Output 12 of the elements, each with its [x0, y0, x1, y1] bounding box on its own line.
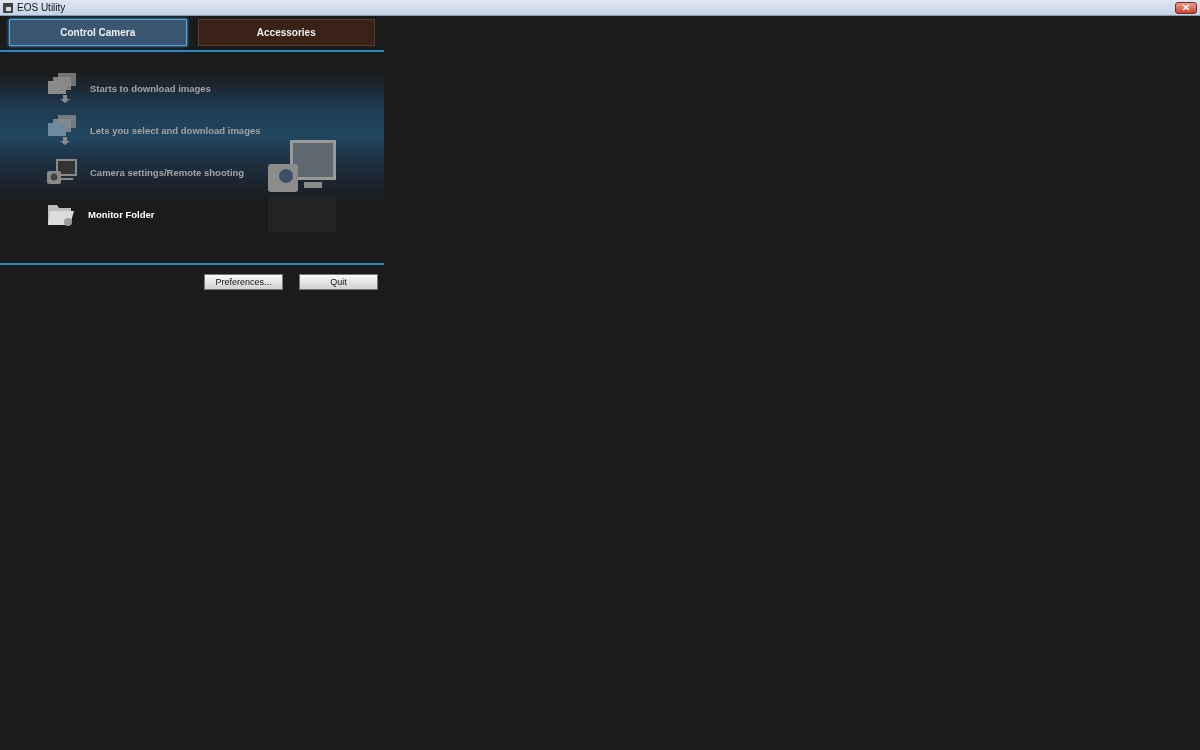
images-download-icon	[46, 72, 78, 104]
camera-monitor-icon	[46, 158, 78, 186]
close-button[interactable]	[1175, 1, 1197, 14]
window-title: EOS Utility	[17, 2, 66, 13]
close-icon	[1182, 4, 1190, 11]
dialog-button[interactable]: Quit	[299, 274, 378, 290]
tab[interactable]: Accessories	[197, 19, 375, 46]
images-download-icon	[46, 114, 78, 146]
menu-item[interactable]: Monitor Folder	[88, 208, 155, 220]
app-icon	[3, 2, 13, 13]
tab[interactable]: Control Camera	[9, 19, 187, 46]
dialog-button[interactable]: Preferences...	[204, 274, 283, 290]
